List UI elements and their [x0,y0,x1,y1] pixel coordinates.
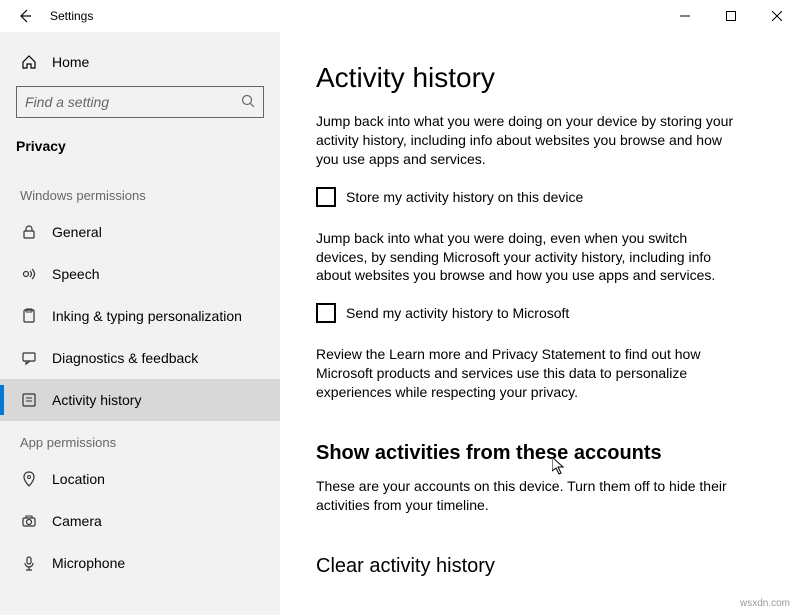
feedback-icon [20,349,38,367]
maximize-icon [726,11,736,21]
content-pane: Activity history Jump back into what you… [280,32,800,615]
sidebar-item-label: Activity history [52,392,141,408]
microphone-icon [20,554,38,572]
accounts-description: These are your accounts on this device. … [316,477,736,515]
sidebar-item-label: Camera [52,513,102,529]
description-text: Review the Learn more and Privacy Statem… [316,345,736,402]
camera-icon [20,512,38,530]
close-icon [772,11,782,21]
search-field[interactable] [16,86,264,118]
window-controls [662,0,800,32]
arrow-left-icon [17,8,33,24]
history-icon [20,391,38,409]
home-button[interactable]: Home [0,42,280,82]
home-label: Home [52,54,89,70]
minimize-button[interactable] [662,0,708,32]
sidebar-item-general[interactable]: General [0,211,280,253]
section-header-app-permissions: App permissions [0,421,280,458]
checkbox-label: Send my activity history to Microsoft [346,305,569,321]
checkbox-icon [316,303,336,323]
search-icon [241,94,255,111]
section-title-accounts: Show activities from these accounts [316,442,764,465]
page-title: Activity history [316,62,764,94]
section-title-clear: Clear activity history [316,555,764,578]
checkbox-label: Store my activity history on this device [346,189,583,205]
sidebar-item-microphone[interactable]: Microphone [0,542,280,584]
sidebar-item-location[interactable]: Location [0,458,280,500]
current-section-label: Privacy [0,128,280,174]
search-input[interactable] [25,94,241,110]
sidebar: Home Privacy Windows permissions General… [0,32,280,615]
window-title: Settings [50,9,93,23]
sidebar-item-activity-history[interactable]: Activity history [0,379,280,421]
sidebar-item-label: Location [52,471,105,487]
sidebar-item-diagnostics[interactable]: Diagnostics & feedback [0,337,280,379]
close-button[interactable] [754,0,800,32]
sidebar-item-label: General [52,224,102,240]
sidebar-item-label: Speech [52,266,99,282]
sidebar-item-camera[interactable]: Camera [0,500,280,542]
location-icon [20,470,38,488]
description-text: Jump back into what you were doing, even… [316,229,736,286]
watermark: wsxdn.com [740,598,790,609]
sidebar-item-inking[interactable]: Inking & typing personalization [0,295,280,337]
home-icon [20,53,38,71]
section-header-windows-permissions: Windows permissions [0,174,280,211]
sidebar-item-speech[interactable]: Speech [0,253,280,295]
speech-icon [20,265,38,283]
back-button[interactable] [13,4,37,28]
clipboard-icon [20,307,38,325]
sidebar-item-label: Inking & typing personalization [52,308,242,324]
titlebar: Settings [0,0,800,32]
maximize-button[interactable] [708,0,754,32]
lock-icon [20,223,38,241]
sidebar-item-label: Microphone [52,555,125,571]
description-text: Jump back into what you were doing on yo… [316,112,736,169]
checkbox-store-history[interactable]: Store my activity history on this device [316,187,764,207]
checkbox-icon [316,187,336,207]
sidebar-item-label: Diagnostics & feedback [52,350,198,366]
minimize-icon [680,11,690,21]
checkbox-send-microsoft[interactable]: Send my activity history to Microsoft [316,303,764,323]
